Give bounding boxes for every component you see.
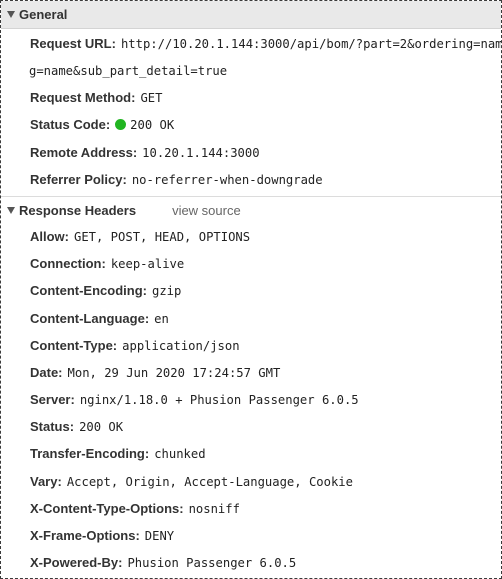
remote-address-value[interactable]: 10.20.1.144:3000: [142, 146, 259, 160]
response-header-key: Status:: [30, 419, 75, 435]
request-url-value-continuation[interactable]: g=name&sub_part_detail=true: [29, 64, 227, 78]
response-header-value[interactable]: keep-alive: [111, 257, 184, 271]
response-header-key: X-Content-Type-Options:: [30, 500, 184, 516]
response-header-value[interactable]: nginx/1.18.0 + Phusion Passenger 6.0.5: [80, 393, 359, 407]
response-header-row: X-Content-Type-Options: nosniff: [30, 495, 501, 522]
request-method-label: Request Method:: [30, 90, 136, 106]
response-headers-section-title: Response Headers: [19, 203, 137, 219]
response-header-rows: Allow: GET, POST, HEAD, OPTIONS Connection…: [1, 223, 501, 576]
response-header-row: Content-Encoding: gzip: [30, 277, 501, 304]
section-divider: [1, 195, 501, 197]
response-header-value[interactable]: nosniff: [189, 502, 240, 516]
status-code-value[interactable]: 200 OK: [130, 118, 174, 132]
response-header-key: Vary:: [30, 473, 62, 489]
response-headers-section-header[interactable]: Response Headers view source: [1, 199, 501, 223]
referrer-policy-row: Referrer Policy: no-referrer-when-downgra…: [30, 166, 501, 193]
response-header-key: Transfer-Encoding:: [30, 446, 150, 462]
response-header-key: Content-Type:: [30, 337, 118, 353]
response-header-row: Transfer-Encoding: chunked: [30, 440, 501, 467]
headers-panel: General Request URL: http://10.20.1.144:3…: [0, 0, 502, 579]
response-header-value[interactable]: DENY: [145, 529, 174, 543]
response-header-row: X-Frame-Options: DENY: [30, 522, 501, 549]
general-section-title: General: [19, 7, 68, 22]
response-header-key: Date:: [30, 364, 63, 380]
response-header-key: X-Frame-Options:: [30, 528, 140, 543]
view-source-link[interactable]: view source: [172, 203, 241, 218]
referrer-policy-value[interactable]: no-referrer-when-downgrade: [132, 173, 323, 187]
response-header-value[interactable]: gzip: [152, 284, 181, 298]
response-header-value[interactable]: GET, POST, HEAD, OPTIONS: [74, 230, 250, 244]
request-url-value[interactable]: http://10.20.1.144:3000/api/bom/?part=2&…: [121, 37, 501, 51]
response-header-key: Server:: [30, 392, 75, 408]
response-header-row: Connection: keep-alive: [30, 250, 501, 277]
general-section-header[interactable]: General: [1, 1, 501, 29]
response-header-key: Connection:: [30, 256, 106, 272]
response-header-row: Vary: Accept, Origin, Accept-Language, Co…: [30, 468, 501, 495]
response-header-key: Content-Encoding:: [30, 283, 147, 299]
response-header-row: Server: nginx/1.18.0 + Phusion Passenger …: [30, 386, 501, 413]
request-url-label: Request URL:: [30, 36, 116, 51]
triangle-down-icon[interactable]: [7, 207, 15, 215]
request-url-continuation-row: g=name&sub_part_detail=true: [29, 57, 501, 84]
response-header-value[interactable]: Accept, Origin, Accept-Language, Cookie: [67, 475, 353, 489]
response-header-value[interactable]: chunked: [154, 447, 205, 461]
response-header-value[interactable]: application/json: [122, 339, 239, 353]
request-method-value[interactable]: GET: [140, 91, 162, 105]
remote-address-row: Remote Address: 10.20.1.144:3000: [30, 139, 501, 166]
response-header-row: Date: Mon, 29 Jun 2020 17:24:57 GMT: [30, 359, 501, 386]
remote-address-label: Remote Address:: [30, 144, 138, 160]
response-header-value[interactable]: Phusion Passenger 6.0.5: [127, 556, 296, 570]
response-header-row: Allow: GET, POST, HEAD, OPTIONS: [30, 223, 501, 250]
response-header-value[interactable]: en: [154, 312, 169, 326]
general-rows: Request URL: http://10.20.1.144:3000/api/…: [1, 31, 501, 193]
status-dot-icon: [115, 119, 127, 131]
response-header-value[interactable]: 200 OK: [79, 420, 123, 434]
response-header-value[interactable]: Mon, 29 Jun 2020 17:24:57 GMT: [68, 366, 281, 380]
request-method-row: Request Method: GET: [30, 84, 501, 111]
referrer-policy-label: Referrer Policy:: [30, 171, 127, 187]
response-header-row: Content-Language: en: [30, 305, 501, 332]
status-code-label: Status Code:: [30, 117, 111, 133]
response-header-key: X-Powered-By:: [30, 555, 123, 571]
response-header-key: Allow:: [30, 228, 69, 244]
request-url-row: Request URL: http://10.20.1.144:3000/api/…: [30, 31, 501, 57]
response-header-row: Content-Type: application/json: [30, 332, 501, 359]
status-code-row: Status Code: 200 OK: [30, 111, 501, 138]
response-header-key: Content-Language:: [30, 310, 150, 326]
triangle-down-icon[interactable]: [7, 11, 15, 18]
response-header-row: X-Powered-By: Phusion Passenger 6.0.5: [30, 549, 501, 576]
response-header-row: Status: 200 OK: [30, 413, 501, 440]
